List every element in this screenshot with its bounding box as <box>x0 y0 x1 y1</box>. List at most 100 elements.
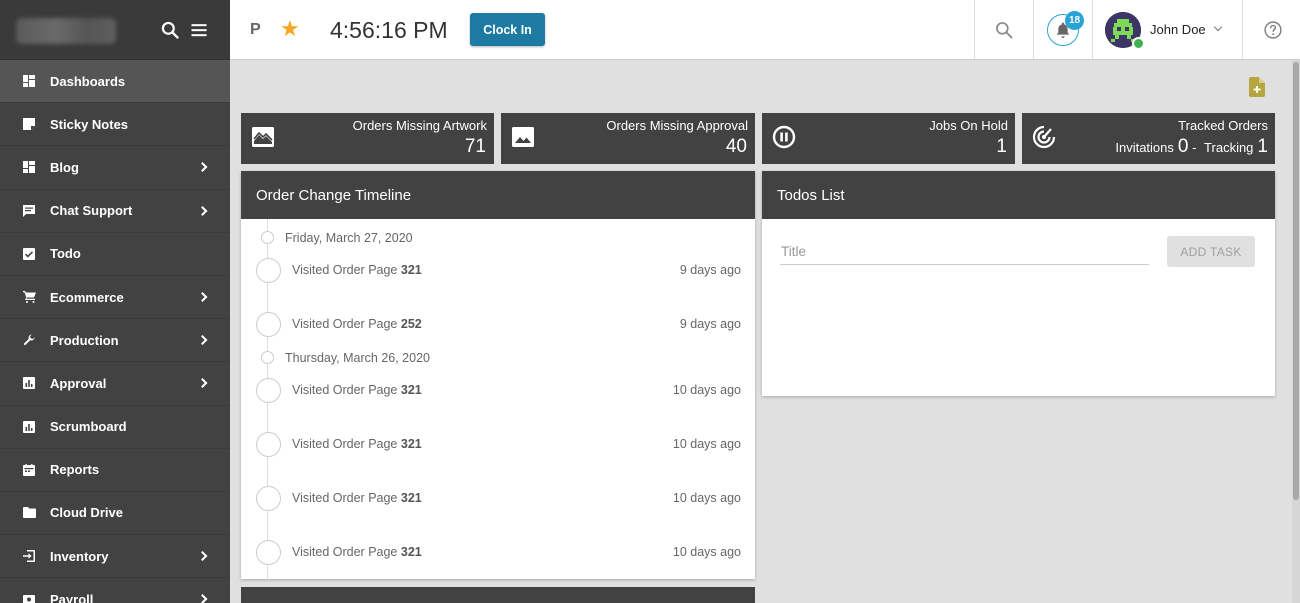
sidebar-item-payroll[interactable]: Payroll <box>0 578 230 603</box>
entry-action: Visited Order Page <box>292 437 398 451</box>
add-task-button[interactable]: ADD TASK <box>1167 236 1255 267</box>
timeline-entry[interactable]: Visited Order Page 321 10 days ago <box>241 485 755 513</box>
timeline-entry-icon <box>256 486 281 511</box>
timeline-date: Thursday, March 26, 2020 <box>241 348 755 368</box>
sidebar-item-production[interactable]: Production <box>0 319 230 363</box>
add-document-icon[interactable] <box>1249 77 1265 97</box>
order-number: 252 <box>400 317 422 331</box>
todo-title-input[interactable] <box>780 239 1149 265</box>
import-icon <box>22 549 36 563</box>
sidebar-item-approval[interactable]: Approval <box>0 362 230 406</box>
clock-in-button[interactable]: Clock In <box>470 13 545 46</box>
sidebar-item-label: Dashboards <box>50 73 126 89</box>
divider <box>1092 0 1093 59</box>
chevron-down-icon[interactable] <box>1213 22 1223 32</box>
timeline-entry[interactable]: Visited Order Page 321 10 days ago <box>241 431 755 459</box>
sidebar-item-inventory[interactable]: Inventory <box>0 535 230 579</box>
timeline-entry-time: 10 days ago <box>672 545 741 559</box>
order-number: 321 <box>400 491 422 505</box>
chevron-right-icon <box>197 292 208 302</box>
timeline-date-label: Friday, March 27, 2020 <box>285 231 413 245</box>
sidebar-item-blog[interactable]: Blog <box>0 146 230 190</box>
entry-action: Visited Order Page <box>292 491 398 505</box>
invitations-label: Invitations <box>1115 140 1174 155</box>
timeline-entry-text: Visited Order Page 252 <box>292 317 422 331</box>
sidebar-item-scrumboard[interactable]: Scrumboard <box>0 406 230 449</box>
timeline-entry[interactable]: Visited Order Page 321 9 days ago <box>241 257 755 285</box>
search-icon[interactable] <box>160 20 180 40</box>
clock-time: 4:56:16 PM <box>330 17 448 43</box>
timeline-entry[interactable]: Visited Order Page 321 10 days ago <box>241 539 755 567</box>
sidebar-header <box>0 0 230 60</box>
timeline-entry[interactable]: Visited Order Page 321 10 days ago <box>241 377 755 405</box>
top-header: P ★ 4:56:16 PM Clock In 18 John Doe <box>230 0 1300 60</box>
folder-icon <box>22 506 36 520</box>
tracking-value: 1 <box>1257 136 1268 157</box>
sidebar-item-label: Approval <box>50 375 107 391</box>
checkbox-icon <box>22 247 36 261</box>
tracking-label: Tracking <box>1204 140 1254 155</box>
timeline-dot <box>261 231 274 244</box>
scrollbar-thumb[interactable] <box>1293 62 1299 500</box>
tracked-orders-values: Invitations 0 - Tracking 1 <box>1115 136 1268 158</box>
sidebar-item-label: Chat Support <box>50 203 133 219</box>
timeline-entry-text: Visited Order Page 321 <box>292 437 422 451</box>
chart-icon <box>22 376 36 390</box>
note-icon <box>22 117 36 131</box>
menu-icon[interactable] <box>189 20 209 40</box>
entry-action: Visited Order Page <box>292 383 398 397</box>
sidebar-nav: Dashboards Sticky Notes Blog Chat Support To… <box>0 60 230 603</box>
brand-logo[interactable] <box>16 18 116 44</box>
stat-tracked-orders[interactable]: Tracked Orders Invitations 0 - Tracking … <box>1022 113 1275 164</box>
entry-action: Visited Order Page <box>292 317 398 331</box>
chevron-right-icon <box>197 378 208 389</box>
stat-orders-missing-artwork[interactable]: Orders Missing Artwork 71 <box>241 113 494 164</box>
timeline-entry[interactable]: Visited Order Page 252 9 days ago <box>241 311 755 339</box>
todos-list-panel: Todos List ADD TASK <box>762 171 1275 396</box>
calendar-icon <box>22 463 36 477</box>
timeline-entry-text: Visited Order Page 321 <box>292 263 422 277</box>
timeline-date-label: Thursday, March 26, 2020 <box>285 351 430 365</box>
help-icon[interactable] <box>1263 20 1283 40</box>
sidebar-item-chat-support[interactable]: Chat Support <box>0 190 230 233</box>
chart-icon <box>22 420 36 434</box>
timeline-entry-icon <box>256 312 281 337</box>
star-icon[interactable]: ★ <box>280 18 300 40</box>
search-icon[interactable] <box>994 20 1014 40</box>
sidebar-item-cloud-drive[interactable]: Cloud Drive <box>0 492 230 536</box>
user-name[interactable]: John Doe <box>1150 22 1206 37</box>
sidebar-item-sticky-notes[interactable]: Sticky Notes <box>0 103 230 147</box>
entry-action: Visited Order Page <box>292 263 398 277</box>
notification-badge: 18 <box>1065 11 1084 30</box>
chevron-right-icon <box>197 551 208 562</box>
sidebar-item-todo[interactable]: Todo <box>0 233 230 276</box>
sidebar-item-label: Sticky Notes <box>50 116 129 132</box>
artwork-icon <box>252 127 274 147</box>
sidebar-item-label: Scrumboard <box>50 419 127 435</box>
timeline-entry-text: Visited Order Page 321 <box>292 545 422 559</box>
timeline-dot <box>261 351 274 364</box>
timeline-entry-time: 10 days ago <box>672 491 741 505</box>
sidebar-item-ecommerce[interactable]: Ecommerce <box>0 276 230 320</box>
divider <box>1033 0 1034 59</box>
stat-orders-missing-approval[interactable]: Orders Missing Approval 40 <box>501 113 755 164</box>
sidebar-item-reports[interactable]: Reports <box>0 449 230 492</box>
sidebar: Dashboards Sticky Notes Blog Chat Support To… <box>0 0 230 603</box>
panel-title: Order Change Timeline <box>241 171 755 219</box>
timeline-entry-icon <box>256 378 281 403</box>
chat-icon <box>22 204 36 218</box>
sidebar-item-label: Reports <box>50 462 100 478</box>
stat-title: Orders Missing Approval <box>606 118 748 133</box>
order-number: 321 <box>400 437 422 451</box>
timeline-entry-icon <box>256 540 281 565</box>
p-label[interactable]: P <box>250 21 261 39</box>
stat-jobs-on-hold[interactable]: Jobs On Hold 1 <box>762 113 1015 164</box>
order-change-timeline-panel: Order Change Timeline Friday, March 27, … <box>241 171 755 579</box>
panel-title: Todos List <box>762 171 1275 219</box>
sidebar-item-dashboards[interactable]: Dashboards <box>0 60 230 104</box>
page-scrollbar[interactable] <box>1292 60 1300 603</box>
dashboard-icon <box>22 160 36 174</box>
timeline-entry-time: 9 days ago <box>679 317 741 331</box>
image-icon <box>512 127 534 147</box>
entry-action: Visited Order Page <box>292 545 398 559</box>
